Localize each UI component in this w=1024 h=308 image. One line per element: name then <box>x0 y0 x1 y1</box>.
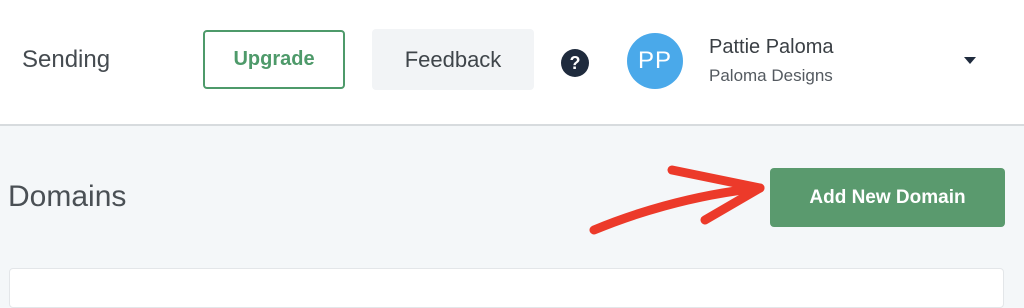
top-bar: Sending Upgrade Feedback ? PP Pattie Pal… <box>0 0 1024 126</box>
user-organization: Paloma Designs <box>709 66 833 85</box>
user-name: Pattie Paloma <box>709 36 834 58</box>
add-new-domain-button[interactable]: Add New Domain <box>770 168 1005 227</box>
feedback-button[interactable]: Feedback <box>372 29 534 90</box>
nav-sending-link[interactable]: Sending <box>22 44 110 76</box>
avatar[interactable]: PP <box>627 33 683 89</box>
caret-down-icon <box>964 56 976 64</box>
arrow-shaft <box>589 183 765 235</box>
user-menu-toggle[interactable] <box>955 48 985 72</box>
red-arrow-annotation <box>589 165 765 235</box>
help-icon[interactable]: ? <box>561 49 589 77</box>
page-title: Domains <box>8 180 127 213</box>
domains-list-card <box>9 268 1004 308</box>
upgrade-button[interactable]: Upgrade <box>203 30 345 89</box>
